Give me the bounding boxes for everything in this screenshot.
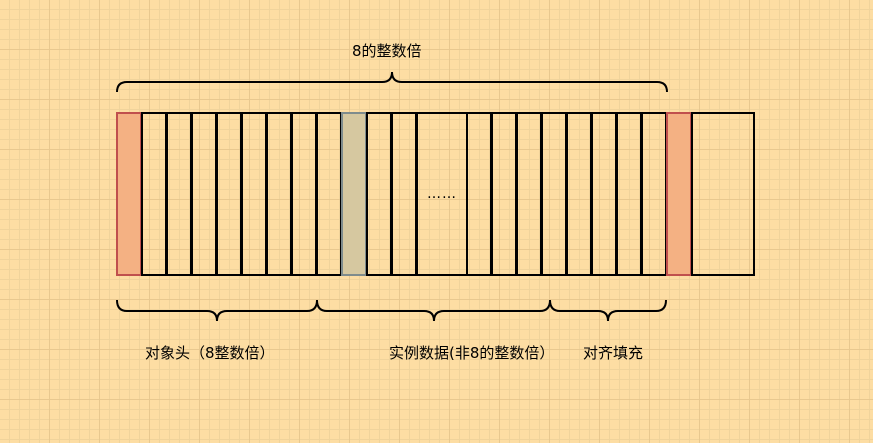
instance-data-label: 实例数据(非8的整数倍） bbox=[389, 344, 555, 362]
highlight-cell bbox=[666, 112, 692, 276]
memory-cell bbox=[466, 112, 492, 276]
memory-layout-diagram bbox=[116, 71, 755, 322]
memory-cell bbox=[366, 112, 392, 276]
memory-cell bbox=[541, 112, 567, 276]
instance-brace bbox=[316, 299, 551, 322]
padding-label: 对齐填充 bbox=[583, 344, 644, 362]
header-label: 对象头（8整数倍） bbox=[145, 344, 275, 362]
memory-cell bbox=[316, 112, 342, 276]
memory-cell bbox=[616, 112, 642, 276]
memory-cell bbox=[641, 112, 667, 276]
memory-cell bbox=[141, 112, 167, 276]
memory-cell bbox=[166, 112, 192, 276]
header-brace bbox=[116, 299, 318, 322]
memory-cell bbox=[216, 112, 242, 276]
top-label: 8的整数倍 bbox=[352, 42, 422, 60]
memory-cell bbox=[266, 112, 292, 276]
top-brace bbox=[116, 71, 668, 93]
memory-cell bbox=[191, 112, 217, 276]
memory-cell bbox=[516, 112, 542, 276]
memory-cell bbox=[391, 112, 417, 276]
gray-cell bbox=[341, 112, 367, 276]
memory-cell bbox=[566, 112, 592, 276]
memory-cell bbox=[291, 112, 317, 276]
memory-cell bbox=[591, 112, 617, 276]
highlight-cell bbox=[116, 112, 142, 276]
memory-cell bbox=[241, 112, 267, 276]
memory-cell bbox=[491, 112, 517, 276]
ellipsis-label: …… bbox=[427, 186, 457, 202]
padding-brace bbox=[549, 299, 667, 322]
memory-cell bbox=[691, 112, 755, 276]
